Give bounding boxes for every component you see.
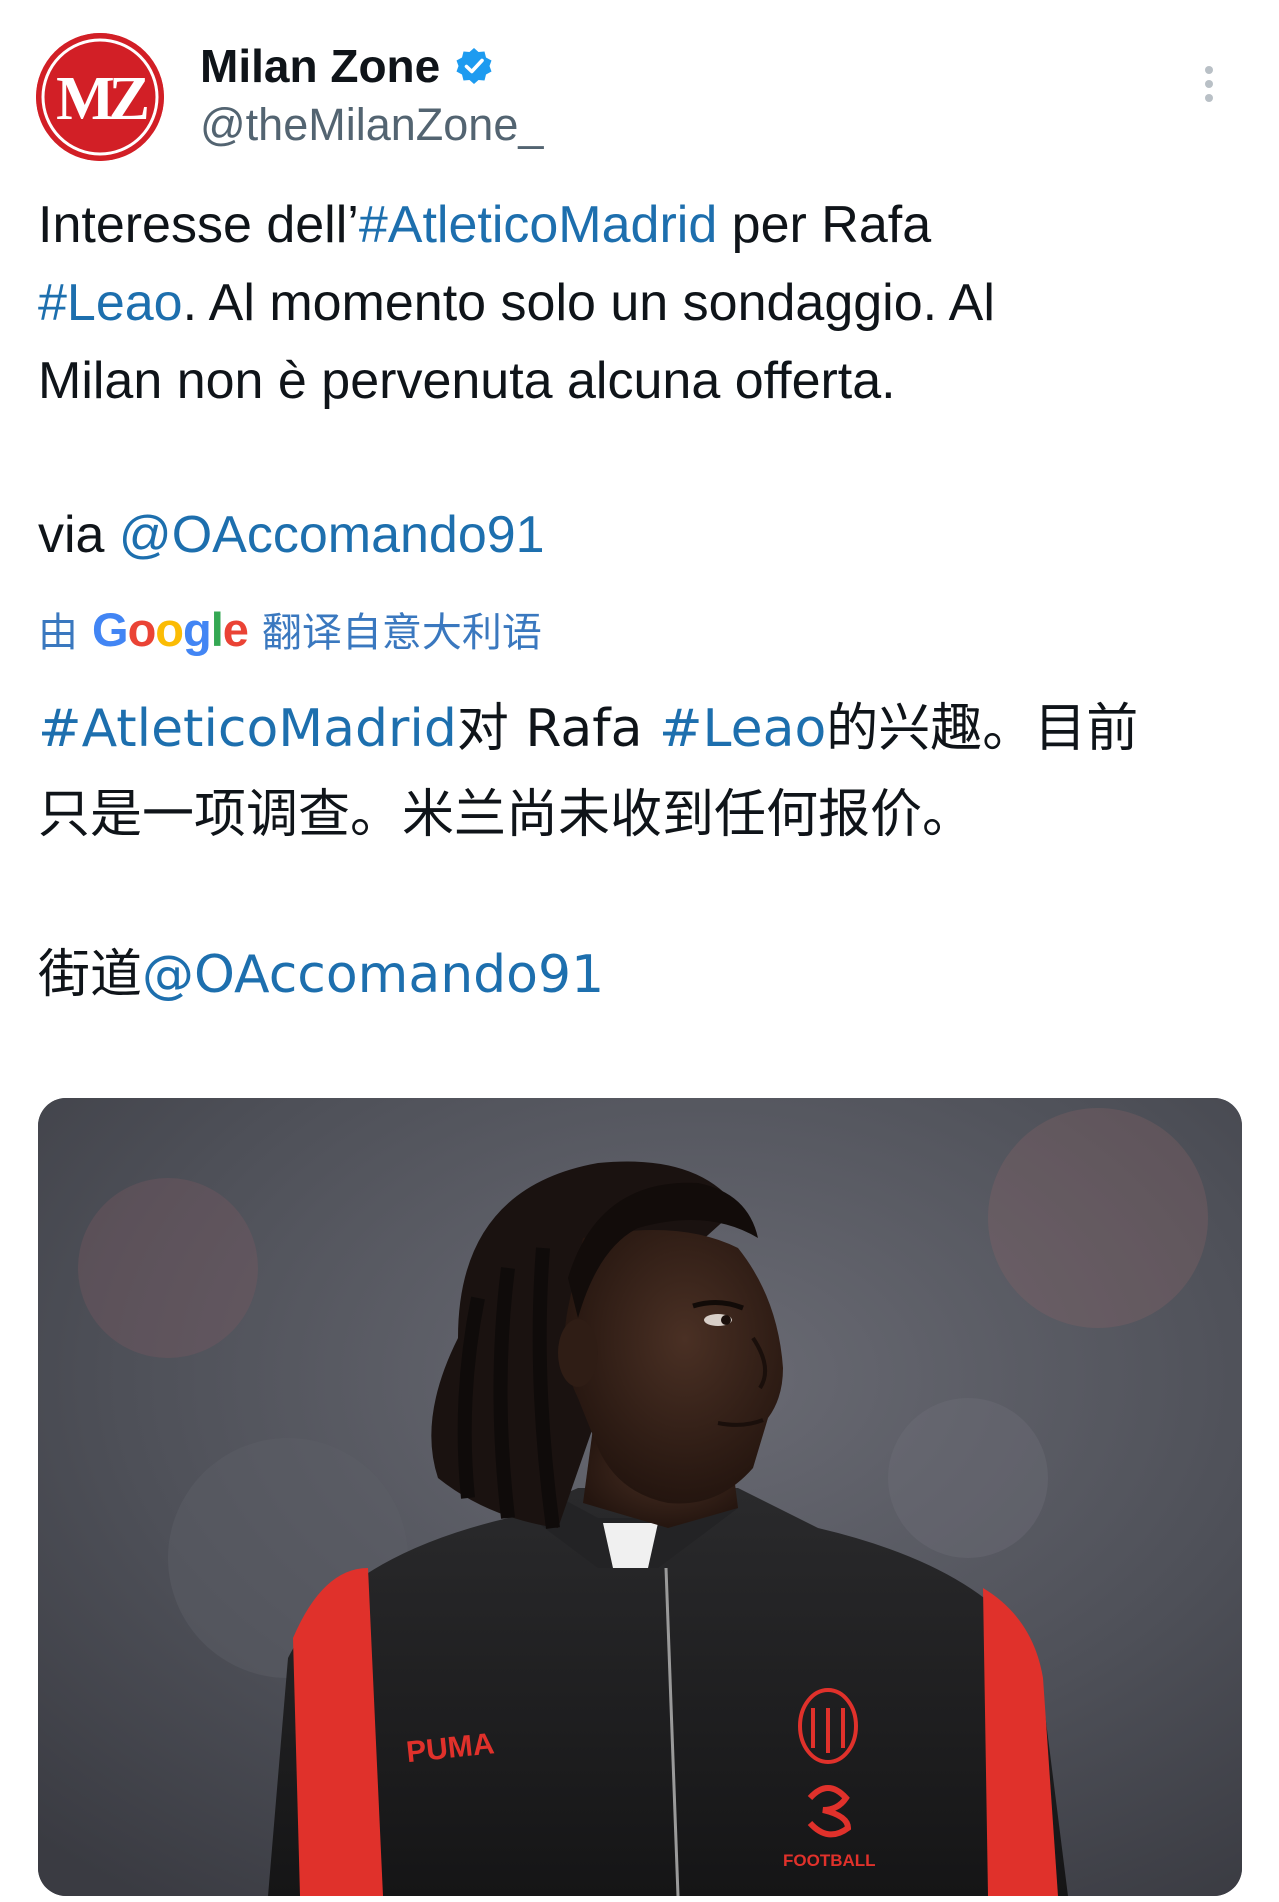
player-photo: PUMA FOOTBALL bbox=[38, 1098, 1242, 1896]
mz-logo-icon: MZ bbox=[36, 33, 164, 161]
translated-from-label: 翻译自意大利语 bbox=[261, 610, 542, 656]
sponsor-text: FOOTBALL bbox=[783, 1851, 876, 1870]
translated-text: #AtleticoMadrid对 Rafa #Leao的兴趣。目前 只是一项调查… bbox=[38, 686, 1248, 858]
tweet-text: Interesse dell’#AtleticoMadrid per Rafa … bbox=[38, 186, 1243, 420]
translated-by-label: 由 bbox=[38, 610, 78, 656]
tweet-line-3: Milan non è pervenuta alcuna offerta. bbox=[38, 352, 896, 410]
translated-text-segment: 的兴趣。目前 bbox=[826, 699, 1139, 759]
hashtag-atletico-link[interactable]: #AtleticoMadrid bbox=[359, 196, 717, 254]
tweet-text-segment: per Rafa bbox=[717, 196, 932, 254]
display-name-text: Milan Zone bbox=[200, 40, 441, 92]
tweet-line-1: Interesse dell’#AtleticoMadrid per Rafa bbox=[38, 186, 1243, 264]
via-label: 街道 bbox=[38, 945, 143, 1005]
verified-badge-icon bbox=[456, 48, 492, 84]
tweet-text-segment: . Al momento solo un sondaggio. Al bbox=[182, 274, 995, 332]
more-options-icon[interactable] bbox=[1194, 60, 1224, 112]
hashtag-leao-link[interactable]: #Leao bbox=[659, 699, 826, 759]
mention-link[interactable]: @OAccomando91 bbox=[119, 506, 545, 564]
tweet-photo[interactable]: PUMA FOOTBALL bbox=[38, 1098, 1242, 1896]
user-handle[interactable]: @theMilanZone_ bbox=[200, 98, 543, 152]
translated-via: 街道@OAccomando91 bbox=[38, 935, 604, 1015]
translation-attribution[interactable]: 由 Google 翻译自意大利语 bbox=[38, 600, 542, 658]
tweet-text-segment: Interesse dell’ bbox=[38, 196, 359, 254]
translated-line-1: #AtleticoMadrid对 Rafa #Leao的兴趣。目前 bbox=[38, 686, 1248, 772]
google-logo-icon: Google bbox=[92, 602, 249, 656]
tweet-via: via @OAccomando91 bbox=[38, 496, 545, 574]
avatar[interactable]: MZ bbox=[36, 33, 164, 161]
hashtag-leao-link[interactable]: #Leao bbox=[38, 274, 183, 332]
svg-text:MZ: MZ bbox=[56, 65, 148, 133]
translated-text-segment: 对 Rafa bbox=[456, 699, 659, 759]
display-name[interactable]: Milan Zone bbox=[200, 38, 494, 94]
hashtag-atletico-link[interactable]: #AtleticoMadrid bbox=[38, 699, 457, 759]
mention-link[interactable]: @OAccomando91 bbox=[142, 945, 604, 1005]
via-label: via bbox=[38, 506, 119, 564]
tweet-header: MZ Milan Zone @theMilanZone_ bbox=[0, 0, 1279, 175]
translated-line-2: 只是一项调查。米兰尚未收到任何报价。 bbox=[38, 785, 975, 845]
tweet-line-2: #Leao. Al momento solo un sondaggio. Al bbox=[38, 264, 1243, 342]
